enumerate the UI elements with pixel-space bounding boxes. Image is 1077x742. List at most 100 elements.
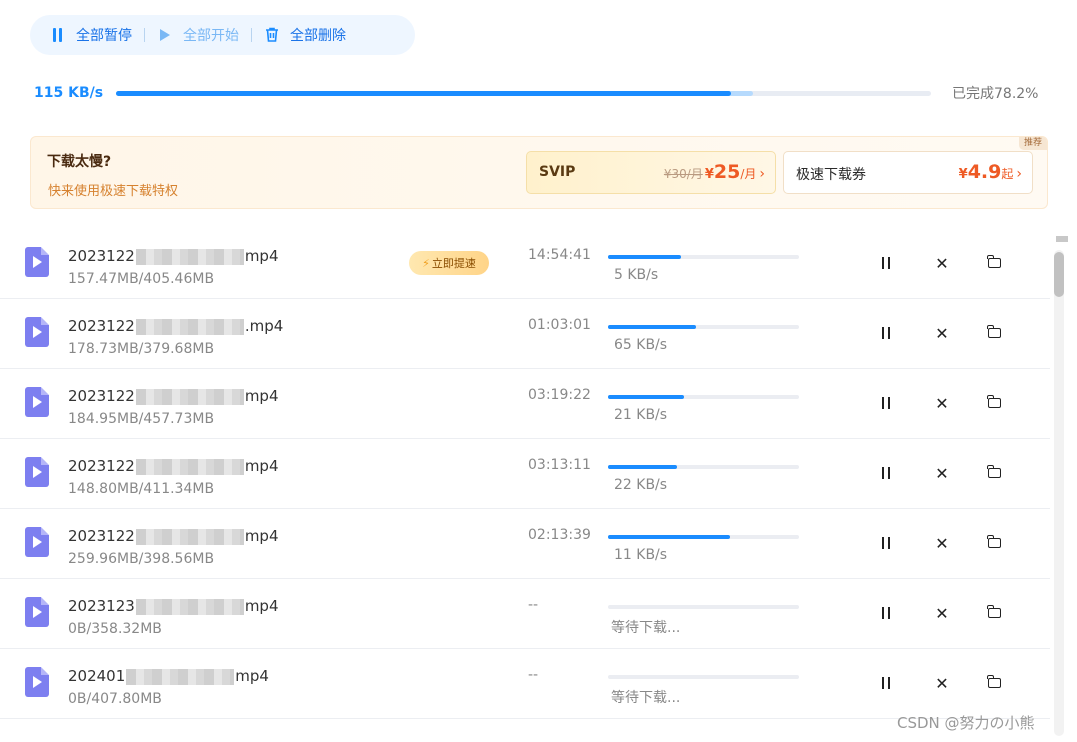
close-icon: ✕ [935,673,949,693]
cancel-button[interactable]: ✕ [932,323,952,343]
pause-button[interactable] [876,253,896,273]
download-progress-fill [608,465,677,469]
time-remaining: -- [528,667,539,683]
download-progress-bar [608,465,799,469]
folder-icon [987,605,1001,618]
pause-button[interactable] [876,463,896,483]
cancel-button[interactable]: ✕ [932,673,952,693]
video-file-icon [25,457,49,487]
folder-icon [987,675,1001,688]
chevron-right-icon: › [1016,166,1022,182]
open-folder-button[interactable] [984,393,1004,413]
start-all-button[interactable]: 全部开始 [157,15,239,55]
download-row[interactable]: 2023122 mp4 184.95MB/457.73MB 03:19:22 21… [0,369,1050,439]
folder-icon [987,255,1001,268]
file-size: 0B/407.80MB [68,691,162,707]
scrollbar-track[interactable] [1054,250,1064,736]
cancel-button[interactable]: ✕ [932,603,952,623]
close-icon: ✕ [935,603,949,623]
promo-title: 下载太慢? [47,154,112,170]
download-speed: 等待下载... [611,690,681,706]
chevron-right-icon: › [759,166,765,182]
download-row[interactable]: 2023122 mp4 157.47MB/405.46MB ⚡ 立即提速 14:54… [0,229,1050,299]
close-icon: ✕ [935,323,949,343]
pause-icon [882,607,884,619]
open-folder-button[interactable] [984,603,1004,623]
download-speed: 11 KB/s [614,547,668,563]
svip-price-unit: /月 [740,167,757,181]
cancel-button[interactable]: ✕ [932,393,952,413]
folder-icon [987,325,1001,338]
watermark: CSDN @努力の小熊 [897,714,1035,732]
speed-up-button[interactable]: ⚡ 立即提速 [409,251,489,275]
scroll-up-arrow[interactable] [1056,236,1068,242]
download-row[interactable]: 2023122 mp4 259.96MB/398.56MB 02:13:39 11… [0,509,1050,579]
file-name-suffix: mp4 [244,387,279,405]
scrollbar-thumb[interactable] [1054,252,1064,297]
pause-button[interactable] [876,603,896,623]
file-name-suffix: mp4 [235,667,269,685]
open-folder-button[interactable] [984,673,1004,693]
download-progress-fill [608,255,681,259]
download-row[interactable]: 2023122 .mp4 178.73MB/379.68MB 01:03:01 6… [0,299,1050,369]
file-name: 2023123 mp4 [68,597,279,615]
file-name-prefix: 2023122 [68,387,135,405]
file-name-prefix: 2023122 [68,527,135,545]
close-icon: ✕ [935,533,949,553]
voucher-label: 极速下载券 [796,167,866,183]
play-icon [157,27,173,43]
video-file-icon [25,387,49,417]
svip-price: ¥30/月 ¥ 25 /月 › [664,161,765,183]
open-folder-button[interactable] [984,463,1004,483]
close-icon: ✕ [935,393,949,413]
cancel-button[interactable]: ✕ [932,463,952,483]
video-file-icon [25,667,49,697]
open-folder-button[interactable] [984,323,1004,343]
svip-original-price: ¥30/月 [663,167,703,181]
redacted-text [135,598,244,615]
download-row[interactable]: 2023122 mp4 148.80MB/411.34MB 03:13:11 22… [0,439,1050,509]
download-row[interactable]: 2023123 mp4 0B/358.32MB -- 等待下载... ✕ [0,579,1050,649]
overall-speed: 115 KB/s [34,85,104,101]
cancel-button[interactable]: ✕ [932,533,952,553]
download-speed: 65 KB/s [614,337,668,353]
pause-button[interactable] [876,393,896,413]
pause-icon [882,257,884,269]
redacted-text [135,528,244,545]
promo-subtitle: 快来使用极速下载特权 [48,184,179,199]
close-icon: ✕ [935,463,949,483]
download-list: 2023122 mp4 157.47MB/405.46MB ⚡ 立即提速 14:54… [0,229,1050,719]
cancel-button[interactable]: ✕ [932,253,952,273]
file-name-suffix: mp4 [244,527,279,545]
svip-offer-card[interactable]: SVIP ¥30/月 ¥ 25 /月 › [526,151,776,194]
redacted-text [126,668,235,685]
file-name: 2023122 mp4 [68,387,279,405]
pause-all-button[interactable]: 全部暂停 [50,15,132,55]
download-progress-fill [608,535,731,539]
lightning-icon: ⚡ [422,256,430,270]
pause-button[interactable] [876,673,896,693]
download-speed: 5 KB/s [614,267,659,283]
overall-progress-fill [116,91,732,96]
file-name: 2023122 mp4 [68,527,279,545]
recommend-badge: 推荐 [1018,137,1047,150]
pause-button[interactable] [876,533,896,553]
promo-banner: 下载太慢? 快来使用极速下载特权 推荐 SVIP ¥30/月 ¥ 25 /月 ›… [30,136,1048,209]
file-name-suffix: mp4 [244,597,279,615]
redacted-text [135,388,244,405]
pause-icon [882,677,884,689]
speed-voucher-card[interactable]: 极速下载券 ¥ 4.9 起 › [783,151,1033,194]
file-name-suffix: mp4 [244,457,279,475]
download-row[interactable]: 202401 mp4 0B/407.80MB -- 等待下载... ✕ [0,649,1050,719]
file-name: 2023122 .mp4 [68,317,283,335]
pause-button[interactable] [876,323,896,343]
time-remaining: 03:19:22 [528,387,591,403]
download-progress-fill [608,395,685,399]
delete-all-button[interactable]: 全部删除 [264,15,346,55]
download-speed: 等待下载... [611,620,681,636]
folder-icon [987,465,1001,478]
open-folder-button[interactable] [984,533,1004,553]
video-file-icon [25,527,49,557]
toolbar: 全部暂停 全部开始 全部删除 [30,15,415,55]
open-folder-button[interactable] [984,253,1004,273]
